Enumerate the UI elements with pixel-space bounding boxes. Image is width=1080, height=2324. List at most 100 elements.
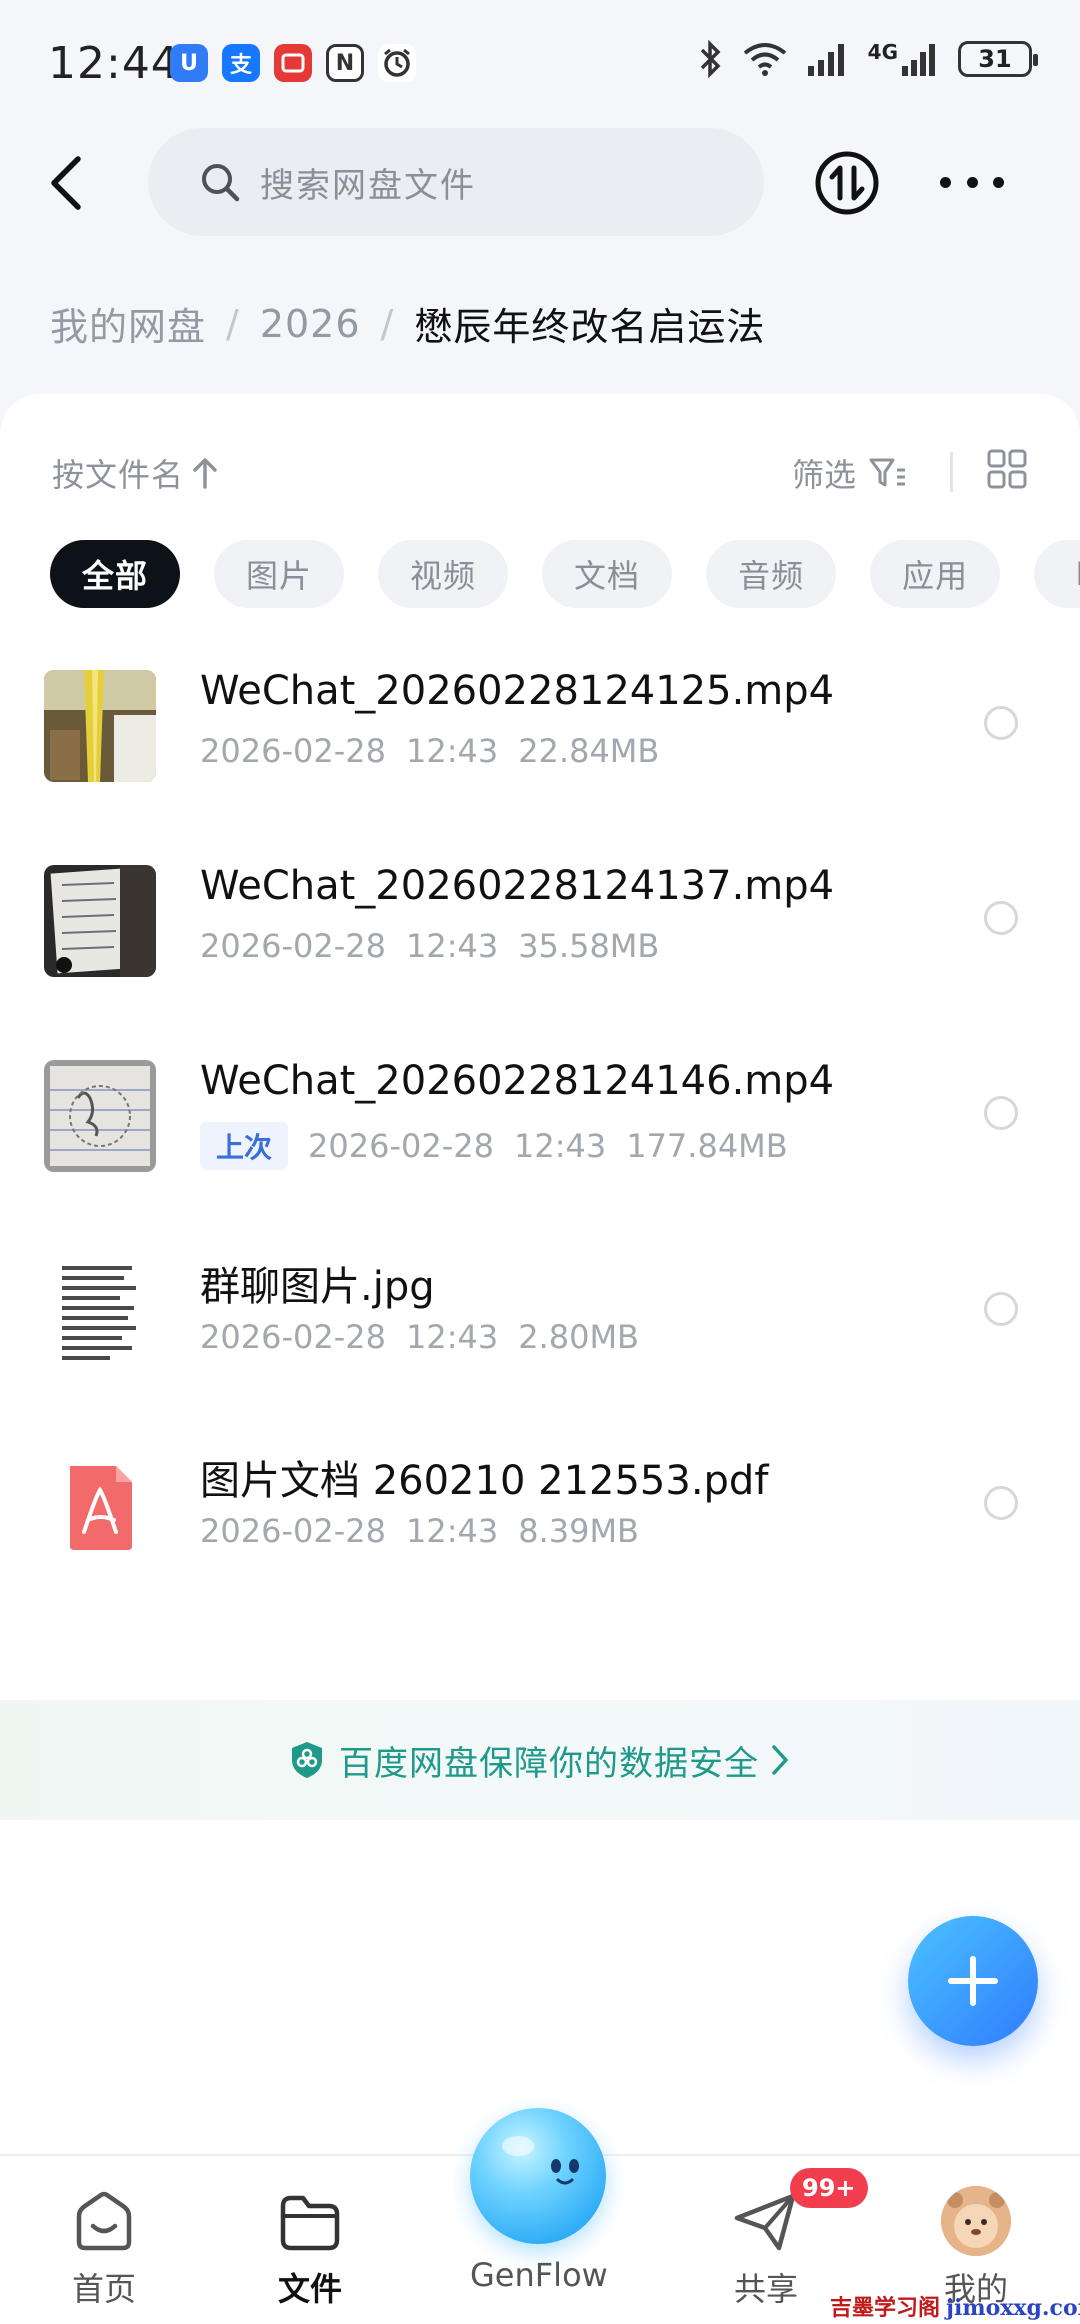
more-dot-icon xyxy=(993,176,1004,188)
watermark: 吉墨学习阁jimoxxg.com xyxy=(830,2290,1080,2322)
nav-files[interactable]: 文件 xyxy=(240,2186,380,2310)
more-options-button[interactable] xyxy=(940,160,1004,204)
chip-apps[interactable]: 应用 xyxy=(870,540,1001,608)
file-meta: 上次 2026-02-28 12:43 177.84MB xyxy=(200,1122,788,1170)
back-button[interactable] xyxy=(36,148,96,218)
file-name: WeChat_20260228124146.mp4 xyxy=(200,1058,835,1104)
file-name: WeChat_20260228124125.mp4 xyxy=(200,668,835,714)
file-date: 2026-02-28 xyxy=(200,927,386,965)
toolbar-divider xyxy=(950,452,953,492)
file-time: 12:43 xyxy=(513,1127,607,1165)
chevron-right-icon xyxy=(772,1745,788,1775)
category-chips: 全部 图片 视频 文档 音频 应用 BT xyxy=(50,540,1080,610)
status-app-icons: U 支 N xyxy=(170,44,416,82)
breadcrumb-current: 懋辰年终改名启运法 xyxy=(414,305,766,349)
more-dot-icon xyxy=(940,176,951,188)
folder-icon xyxy=(280,2195,340,2251)
chip-videos[interactable]: 视频 xyxy=(378,540,509,608)
sort-button[interactable]: 按文件名 xyxy=(52,450,220,496)
file-size: 8.39MB xyxy=(518,1512,639,1550)
select-radio[interactable] xyxy=(984,1096,1018,1130)
chevron-left-icon xyxy=(51,156,81,210)
security-text: 百度网盘保障你的数据安全 xyxy=(339,1743,759,1784)
nav-files-label: 文件 xyxy=(277,2270,342,2308)
search-icon xyxy=(202,164,240,202)
file-meta: 2026-02-28 12:43 8.39MB xyxy=(200,1512,639,1550)
file-time: 12:43 xyxy=(405,1318,499,1356)
arrow-up-icon xyxy=(193,458,217,489)
nav-home-label: 首页 xyxy=(71,2270,136,2308)
file-meta: 2026-02-28 12:43 2.80MB xyxy=(200,1318,639,1356)
breadcrumb-middle[interactable]: 2026 xyxy=(260,302,361,346)
nav-share-label: 共享 xyxy=(733,2270,798,2308)
breadcrumb-separator: / xyxy=(380,301,395,346)
file-size: 22.84MB xyxy=(518,732,660,770)
file-time: 12:43 xyxy=(405,927,499,965)
more-dot-icon xyxy=(966,176,978,188)
file-meta: 2026-02-28 12:43 35.58MB xyxy=(200,927,659,965)
grid-view-icon[interactable] xyxy=(986,448,1028,490)
signal-icon xyxy=(807,44,844,76)
file-name: 图片文档 260210 212553.pdf xyxy=(200,1458,769,1504)
chip-bt[interactable]: BT xyxy=(1034,540,1080,608)
video-thumbnail xyxy=(44,670,156,782)
filter-label: 筛选 xyxy=(792,456,857,494)
file-row[interactable]: WeChat_20260228124137.mp4 2026-02-28 12:… xyxy=(0,845,1080,995)
file-time: 12:43 xyxy=(405,732,499,770)
notification-badge: 99+ xyxy=(790,2168,868,2208)
search-placeholder: 搜索网盘文件 xyxy=(260,165,476,206)
netdisk-folder-screen: { "status_bar": { "time": "12:44", "apps… xyxy=(0,0,1080,2324)
select-radio[interactable] xyxy=(984,1486,1018,1520)
status-time: 12:44 xyxy=(48,38,180,89)
watermark-en: jimoxxg.com xyxy=(946,2295,1080,2321)
file-size: 35.58MB xyxy=(518,927,660,965)
file-date: 2026-02-28 xyxy=(308,1127,494,1165)
status-bar: 12:44 U 支 N 4G 31 xyxy=(0,0,1080,120)
wifi-icon xyxy=(743,43,786,76)
file-size: 177.84MB xyxy=(626,1127,788,1165)
chip-all[interactable]: 全部 xyxy=(50,540,181,608)
alarm-icon xyxy=(378,44,416,82)
file-date: 2026-02-28 xyxy=(200,1512,386,1550)
chip-documents[interactable]: 文档 xyxy=(542,540,673,608)
chip-audio[interactable]: 音频 xyxy=(706,540,837,608)
last-opened-tag: 上次 xyxy=(200,1122,289,1170)
home-icon xyxy=(76,2191,132,2251)
select-radio[interactable] xyxy=(984,1292,1018,1326)
search-input[interactable]: 搜索网盘文件 xyxy=(148,128,764,236)
chip-images[interactable]: 图片 xyxy=(214,540,345,608)
add-button[interactable] xyxy=(908,1916,1038,2046)
select-radio[interactable] xyxy=(984,901,1018,935)
genflow-button[interactable] xyxy=(470,2108,606,2244)
shield-icon xyxy=(292,1742,322,1778)
file-meta: 2026-02-28 12:43 22.84MB xyxy=(200,732,659,770)
file-date: 2026-02-28 xyxy=(200,1318,386,1356)
transfer-list-icon[interactable] xyxy=(814,150,880,216)
alipay-icon: 支 xyxy=(222,44,260,82)
file-row[interactable]: 群聊图片.jpg 2026-02-28 12:43 2.80MB xyxy=(0,1236,1080,1386)
nav-genflow-label: GenFlow xyxy=(470,2256,608,2294)
nfc-icon: N xyxy=(326,44,364,82)
video-thumbnail xyxy=(44,865,156,977)
filter-icon xyxy=(869,458,906,487)
watermark-cn: 吉墨学习阁 xyxy=(830,2296,941,2321)
bluetooth-icon xyxy=(700,40,721,78)
red-app-icon xyxy=(274,44,312,82)
file-row[interactable]: 图片文档 260210 212553.pdf 2026-02-28 12:43 … xyxy=(0,1430,1080,1580)
file-name: 群聊图片.jpg xyxy=(200,1264,435,1310)
file-date: 2026-02-28 xyxy=(200,732,386,770)
security-banner[interactable]: 百度网盘保障你的数据安全 xyxy=(0,1700,1080,1820)
sort-label: 按文件名 xyxy=(52,456,185,494)
file-row[interactable]: WeChat_20260228124125.mp4 2026-02-28 12:… xyxy=(0,650,1080,800)
select-radio[interactable] xyxy=(984,706,1018,740)
video-thumbnail xyxy=(44,1060,156,1172)
file-size: 2.80MB xyxy=(518,1318,639,1356)
file-row[interactable]: WeChat_20260228124146.mp4 上次 2026-02-28 … xyxy=(0,1040,1080,1190)
filter-button[interactable]: 筛选 xyxy=(792,450,908,496)
genflow-face-icon xyxy=(502,2136,579,2185)
avatar xyxy=(941,2186,1011,2256)
nav-home[interactable]: 首页 xyxy=(34,2186,174,2310)
breadcrumb-root[interactable]: 我的网盘 xyxy=(50,296,206,351)
image-thumbnail xyxy=(44,1256,156,1368)
plus-icon xyxy=(948,1956,998,2006)
